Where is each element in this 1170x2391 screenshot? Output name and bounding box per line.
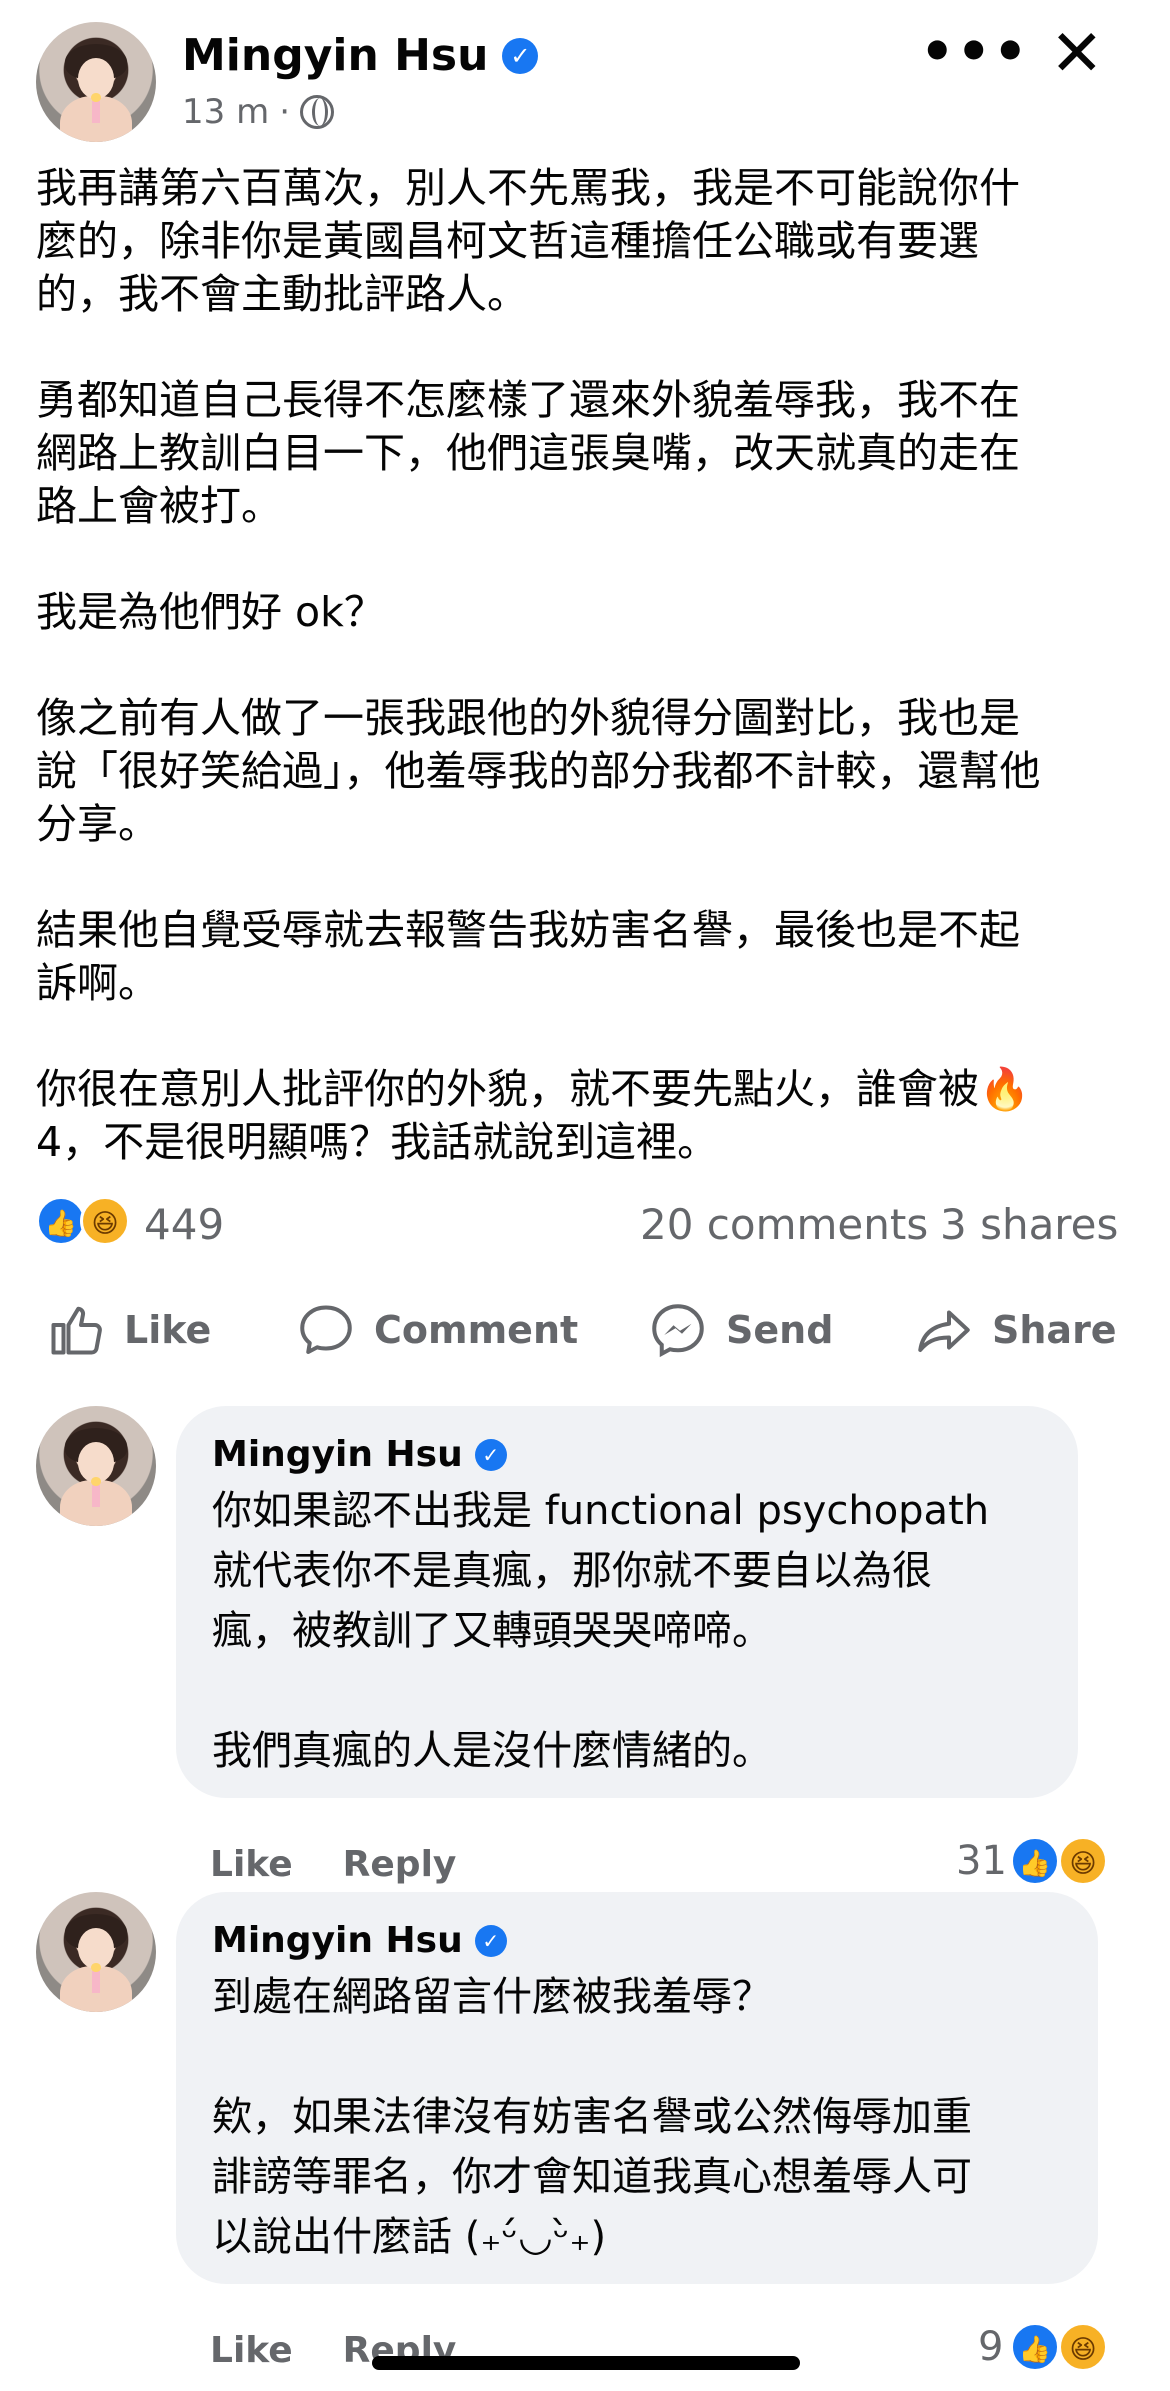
verified-badge-icon: ✓ xyxy=(474,1924,507,1957)
share-arrow-icon xyxy=(918,1310,970,1352)
like-reaction-icon[interactable]: 👍 xyxy=(1010,1836,1060,1886)
comment-button-label: Comment xyxy=(374,1308,579,1352)
reaction-count[interactable]: 449 xyxy=(144,1200,224,1249)
comment-author[interactable]: Mingyin Hsu ✓ xyxy=(212,1434,1042,1475)
comment-reaction-count[interactable]: 9 xyxy=(978,2324,1003,2370)
verified-badge-icon: ✓ xyxy=(502,37,539,74)
post-meta: 13 m · xyxy=(182,92,335,132)
post-action-bar: Like Comment Send Share xyxy=(0,1290,1170,1370)
share-button-label: Share xyxy=(992,1308,1117,1352)
comment-text: 到處在網路留言什麼被我羞辱？ 欸，如果法律沒有妨害名譽或公然侮辱加重 誹謗等罪名… xyxy=(212,1974,972,2260)
comment-bubble: Mingyin Hsu ✓ 到處在網路留言什麼被我羞辱？ 欸，如果法律沒有妨害名… xyxy=(176,1892,1098,2284)
messenger-icon xyxy=(652,1304,704,1358)
meta-separator: · xyxy=(279,92,291,132)
thumbs-up-icon xyxy=(51,1306,102,1355)
post-header: Mingyin Hsu ✓ 13 m · ••• ✕ xyxy=(0,0,1170,150)
commenter-avatar[interactable] xyxy=(36,1406,156,1526)
comment-bubble: Mingyin Hsu ✓ 你如果認不出我是 functional psycho… xyxy=(176,1406,1078,1798)
comment-reaction-count[interactable]: 31 xyxy=(956,1838,1007,1884)
like-reaction-icon[interactable]: 👍 xyxy=(1010,2322,1060,2372)
post-author-name[interactable]: Mingyin Hsu xyxy=(182,30,488,81)
comment-icon xyxy=(300,1305,352,1354)
comment-actions: Like Reply xyxy=(210,1844,456,1885)
comment-button[interactable]: Comment xyxy=(296,1290,578,1370)
send-button[interactable]: Send xyxy=(648,1290,833,1370)
comment-author-name[interactable]: Mingyin Hsu xyxy=(212,1920,463,1961)
like-button-label: Like xyxy=(124,1308,212,1352)
comment-author-name[interactable]: Mingyin Hsu xyxy=(212,1434,463,1475)
comment-like-button[interactable]: Like xyxy=(210,1844,293,1885)
like-reaction-icon[interactable]: 👍 xyxy=(36,1196,86,1246)
comment-like-button[interactable]: Like xyxy=(210,2330,293,2371)
haha-reaction-icon[interactable]: 😆 xyxy=(1058,1836,1108,1886)
home-indicator[interactable] xyxy=(372,2356,800,2370)
verified-badge-icon: ✓ xyxy=(474,1438,507,1471)
post-stats: 👍 😆 449 20 comments 3 shares xyxy=(36,1190,1146,1254)
haha-reaction-icon[interactable]: 😆 xyxy=(80,1196,130,1246)
close-icon[interactable]: ✕ xyxy=(1050,22,1104,86)
like-button[interactable]: Like xyxy=(46,1290,211,1370)
post-author[interactable]: Mingyin Hsu ✓ xyxy=(182,30,539,81)
more-options-icon[interactable]: ••• xyxy=(920,20,1030,83)
globe-icon xyxy=(300,95,335,129)
author-avatar[interactable] xyxy=(36,22,156,142)
haha-reaction-icon[interactable]: 😆 xyxy=(1058,2322,1108,2372)
post-body: 我再講第六百萬次，別人不先罵我，我是不可能說你什 麼的，除非你是黃國昌柯文哲這種… xyxy=(36,164,1041,1166)
share-button[interactable]: Share xyxy=(914,1290,1117,1370)
comment-author[interactable]: Mingyin Hsu ✓ xyxy=(212,1920,1062,1961)
comments-count[interactable]: 20 comments xyxy=(640,1200,928,1249)
send-button-label: Send xyxy=(726,1308,834,1352)
comment-text: 你如果認不出我是 functional psychopath 就代表你不是真瘋，… xyxy=(212,1488,990,1774)
shares-count[interactable]: 3 shares xyxy=(940,1200,1118,1249)
commenter-avatar[interactable] xyxy=(36,1892,156,2012)
post-time[interactable]: 13 m xyxy=(182,92,269,132)
comment-reply-button[interactable]: Reply xyxy=(343,1844,457,1885)
